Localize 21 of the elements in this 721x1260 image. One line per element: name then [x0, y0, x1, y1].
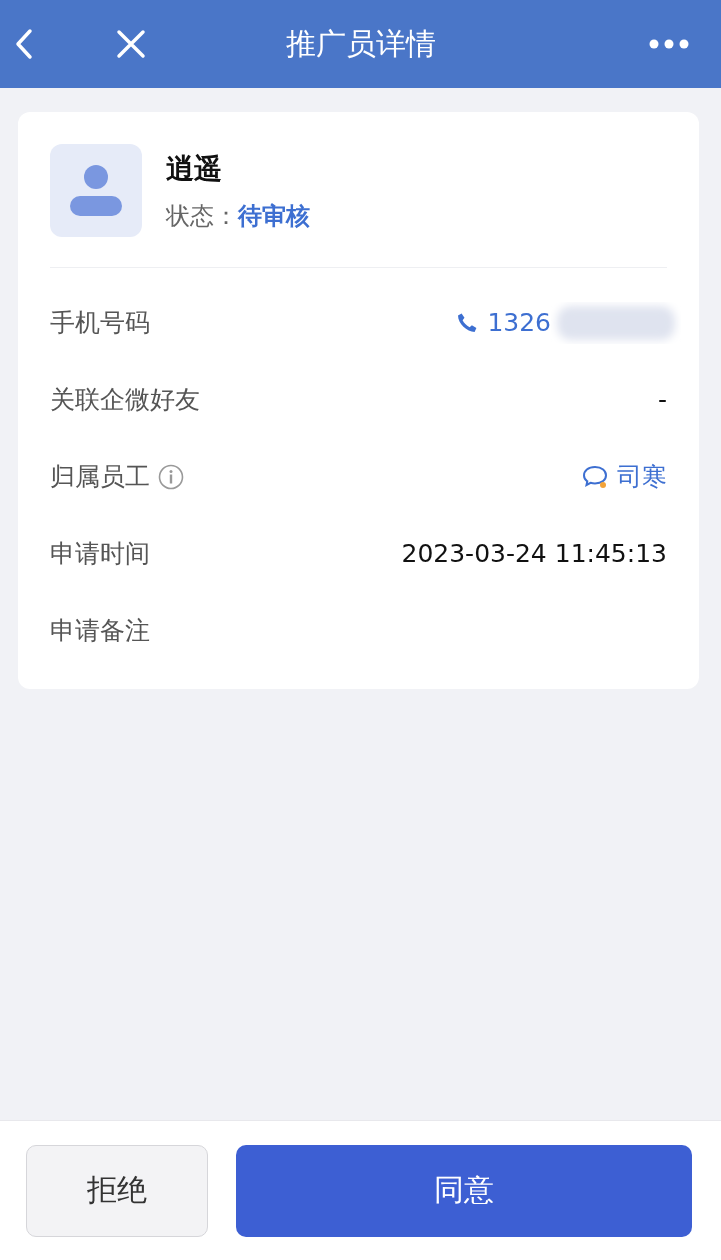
field-value: - — [657, 385, 667, 414]
info-icon[interactable] — [158, 463, 184, 490]
close-icon[interactable] — [116, 29, 146, 59]
more-icon[interactable] — [649, 39, 689, 49]
phone-number[interactable]: 1326 — [487, 308, 551, 337]
field-label: 申请时间 — [50, 538, 150, 570]
field-label: 手机号码 — [50, 307, 150, 339]
chat-bubble-icon — [581, 463, 609, 490]
avatar-icon — [50, 144, 142, 237]
field-value: 2023-03-24 11:45:13 — [401, 539, 667, 568]
agree-button[interactable]: 同意 — [236, 1144, 692, 1237]
user-name: 逍遥 — [166, 150, 223, 187]
reject-button[interactable]: 拒绝 — [26, 1144, 208, 1237]
field-label: 关联企微好友 — [50, 384, 200, 416]
employee-link[interactable]: 司寒 — [617, 460, 667, 493]
field-label: 申请备注 — [50, 615, 150, 647]
status-label: 状态： — [166, 200, 238, 232]
status-value: 待审核 — [238, 200, 310, 232]
back-icon[interactable] — [14, 28, 34, 60]
page-title: 推广员详情 — [284, 24, 437, 63]
field-label: 归属员工 — [50, 461, 150, 493]
